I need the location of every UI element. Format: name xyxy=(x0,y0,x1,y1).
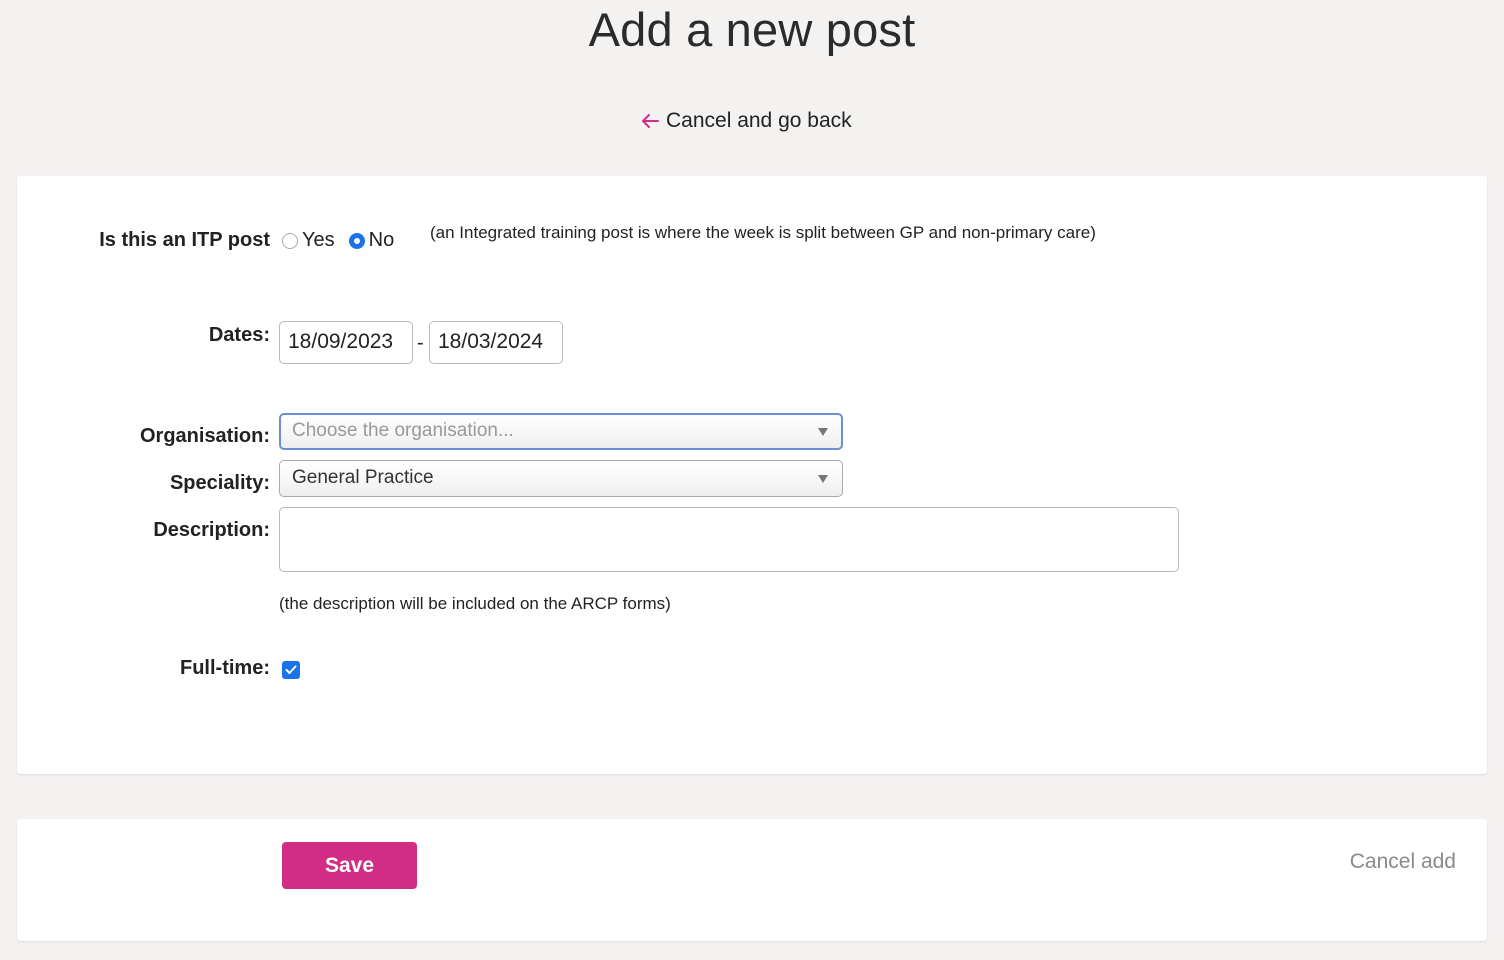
organisation-label: Organisation: xyxy=(139,425,270,447)
post-form-card: Is this an ITP post Yes No (an Integrate… xyxy=(17,176,1487,774)
date-separator: - xyxy=(417,332,424,354)
speciality-value: General Practice xyxy=(292,467,434,488)
organisation-placeholder: Choose the organisation... xyxy=(292,420,514,441)
description-hint: (the description will be included on the… xyxy=(279,594,671,613)
itp-yes-radio[interactable] xyxy=(282,232,298,249)
fulltime-label: Full-time: xyxy=(180,657,270,679)
fulltime-checkbox[interactable] xyxy=(282,661,300,679)
itp-no-label[interactable]: No xyxy=(369,229,395,252)
description-textarea[interactable] xyxy=(279,507,1179,572)
cancel-and-go-back-link[interactable]: Cancel and go back xyxy=(640,106,852,136)
chevron-down-icon xyxy=(818,428,828,436)
checkmark-icon xyxy=(285,665,297,674)
start-date-input[interactable]: 18/09/2023 xyxy=(279,321,413,364)
actions-card: Save Cancel add xyxy=(17,819,1487,941)
organisation-select[interactable]: Choose the organisation... xyxy=(279,413,843,450)
itp-hint: (an Integrated training post is where th… xyxy=(430,223,1096,242)
arrow-left-icon xyxy=(640,113,660,129)
back-link-label: Cancel and go back xyxy=(666,109,852,132)
cancel-add-link[interactable]: Cancel add xyxy=(1350,850,1456,874)
itp-label: Is this an ITP post xyxy=(99,229,270,251)
end-date-input[interactable]: 18/03/2024 xyxy=(429,321,563,364)
chevron-down-icon xyxy=(818,475,828,483)
speciality-label: Speciality: xyxy=(169,472,270,494)
itp-no-radio[interactable] xyxy=(348,232,365,249)
page-title: Add a new post xyxy=(588,3,916,56)
itp-radio-group: Yes No xyxy=(282,229,408,252)
itp-yes-label[interactable]: Yes xyxy=(302,229,335,252)
dates-label: Dates: xyxy=(208,324,270,346)
description-label: Description: xyxy=(153,519,270,541)
speciality-select[interactable]: General Practice xyxy=(279,460,843,497)
save-button[interactable]: Save xyxy=(282,842,417,889)
